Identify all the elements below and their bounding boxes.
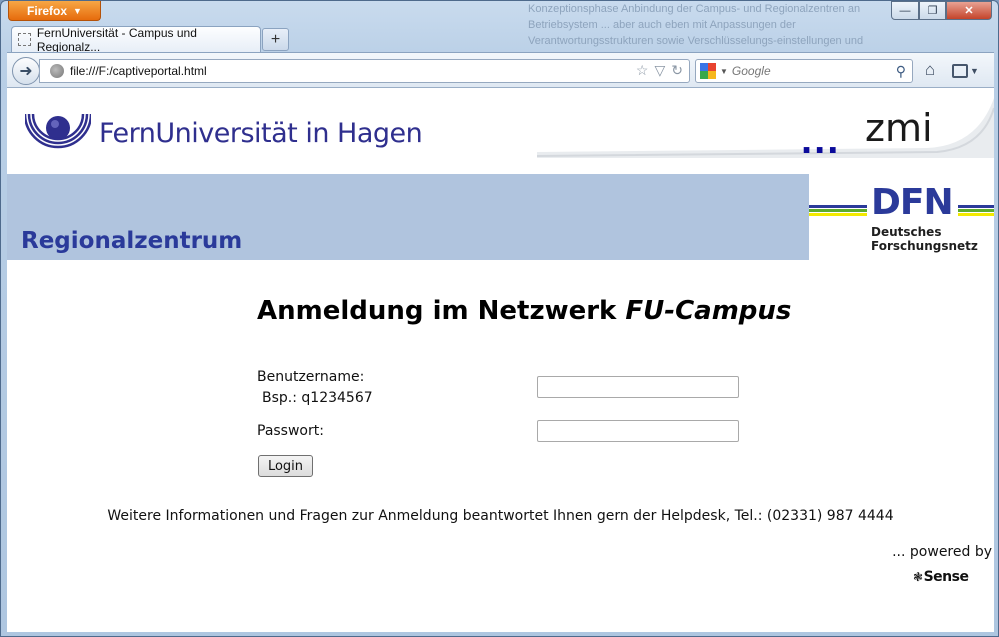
- powered-by-text: ... powered by: [892, 544, 992, 560]
- tab-active[interactable]: FernUniversität - Campus und Regionalz..…: [11, 25, 261, 54]
- browser-window: Konzeptionsphase Anbindung der Campus- u…: [0, 0, 999, 637]
- arrow-left-icon: ➜: [19, 63, 33, 80]
- banner-title: Regionalzentrum: [21, 228, 243, 254]
- url-text: file:///F:/captiveportal.html: [70, 64, 207, 78]
- helpdesk-info: Weitere Informationen und Fragen zur Anm…: [107, 508, 894, 524]
- bookmark-star-icon[interactable]: ☆: [636, 62, 649, 79]
- search-placeholder: Google: [731, 64, 771, 78]
- username-hint: Bsp.: q1234567: [262, 390, 373, 406]
- dfn-stripes-right: [958, 205, 994, 217]
- fernuni-logo-icon: [25, 113, 91, 149]
- search-engine-chevron-icon[interactable]: ▼: [720, 67, 728, 76]
- new-tab-button[interactable]: +: [262, 28, 289, 51]
- globe-icon: [50, 64, 64, 78]
- bookmarks-icon: [952, 64, 968, 78]
- page-header: FernUniversität in Hagen ... zmi: [7, 88, 994, 174]
- regional-banner: Regionalzentrum DFN Deutsches Forschungs…: [7, 174, 994, 260]
- chevron-down-icon: ▼: [73, 5, 82, 16]
- window-controls: — ❐ ✕: [891, 1, 992, 20]
- sense-icon: ❃: [913, 570, 923, 584]
- chevron-down-icon: ▼: [970, 66, 979, 76]
- username-label: Benutzername:: [257, 369, 365, 385]
- sense-logo-text: Sense: [923, 569, 969, 585]
- firefox-menu-button[interactable]: Firefox ▼: [8, 1, 101, 21]
- bookmarks-menu-button[interactable]: ▼: [952, 60, 988, 82]
- maximize-button[interactable]: ❐: [919, 1, 946, 20]
- page-content: FernUniversität in Hagen ... zmi Regiona…: [7, 88, 994, 632]
- search-icon[interactable]: ⚲: [896, 63, 906, 80]
- minimize-button[interactable]: —: [891, 1, 919, 20]
- dfn-logo: DFN Deutsches Forschungsnetz: [809, 174, 994, 260]
- navigation-toolbar: ➜ file:///F:/captiveportal.html ☆ ▽ ↻ ▼ …: [7, 52, 994, 88]
- back-button[interactable]: ➜: [12, 57, 40, 85]
- page-title-prefix: Anmeldung im Netzwerk: [257, 296, 626, 326]
- zmi-logo-text: zmi: [865, 106, 933, 150]
- zmi-dots: ...: [801, 118, 841, 162]
- dfn-subtitle-line2: Forschungsnetz: [871, 239, 978, 253]
- password-input[interactable]: [537, 420, 739, 442]
- page-title: Anmeldung im Netzwerk FU-Campus: [257, 296, 791, 326]
- page-title-network: FU-Campus: [625, 296, 792, 326]
- close-window-button[interactable]: ✕: [946, 1, 992, 20]
- home-icon[interactable]: ⌂: [919, 60, 941, 82]
- search-bar[interactable]: ▼ Google ⚲: [695, 59, 913, 83]
- google-icon[interactable]: [700, 63, 716, 79]
- page-favicon-icon: [18, 33, 31, 46]
- firefox-menu-label: Firefox: [27, 3, 68, 18]
- dropdown-arrow-icon[interactable]: ▽: [654, 62, 665, 79]
- dfn-subtitle-line1: Deutsches: [871, 225, 942, 239]
- dfn-subtitle: Deutsches Forschungsnetz: [871, 225, 978, 253]
- password-label: Passwort:: [257, 423, 324, 439]
- sense-logo: ❃ Sense: [913, 569, 969, 585]
- dfn-stripes-left: [809, 205, 867, 217]
- university-name: FernUniversität in Hagen: [99, 118, 423, 149]
- reload-icon[interactable]: ↻: [671, 62, 683, 79]
- dfn-logo-text: DFN: [871, 182, 954, 223]
- username-input[interactable]: [537, 376, 739, 398]
- login-button[interactable]: Login: [258, 455, 313, 477]
- url-bar[interactable]: file:///F:/captiveportal.html ☆ ▽ ↻: [39, 59, 690, 83]
- tab-title: FernUniversität - Campus und Regionalz..…: [36, 25, 197, 54]
